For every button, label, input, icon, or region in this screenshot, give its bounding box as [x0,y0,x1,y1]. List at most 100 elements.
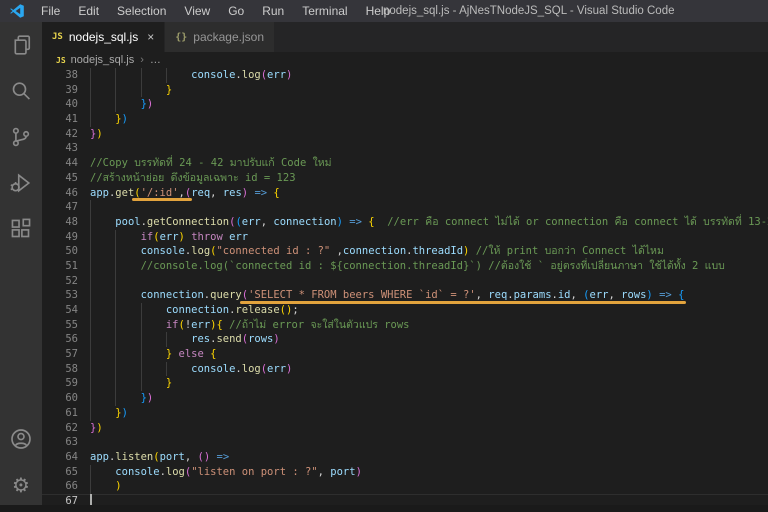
code-line-38[interactable]: 38 console.log(err) [42,68,768,83]
line-code: } [90,84,172,96]
code-line-65[interactable]: 65 console.log("listen on port : ?", por… [42,465,768,480]
menu-selection[interactable]: Selection [108,0,175,22]
tab-package.json[interactable]: {}package.json [164,22,274,52]
indent-guide [115,288,116,303]
line-number[interactable]: 51 [42,259,78,274]
line-number[interactable]: 53 [42,288,78,303]
menu-terminal[interactable]: Terminal [293,0,356,22]
line-number[interactable]: 55 [42,318,78,333]
code-line-45[interactable]: 45//สร้างหน้าย่อย ดึงข้อมูลเฉพาะ id = 12… [42,171,768,186]
indent-guide [115,347,116,362]
code-line-39[interactable]: 39 } [42,83,768,98]
line-number[interactable]: 44 [42,156,78,171]
code-line-48[interactable]: 48 pool.getConnection((err, connection) … [42,215,768,230]
menu-go[interactable]: Go [219,0,253,22]
line-number[interactable]: 56 [42,332,78,347]
code-editor[interactable]: 38 console.log(err)39 }40 })41 })42})434… [42,68,768,512]
line-number[interactable]: 62 [42,421,78,436]
tab-nodejs_sql.js[interactable]: JSnodejs_sql.js× [42,22,164,52]
code-line-51[interactable]: 51 //console.log(`connected id : ${conne… [42,259,768,274]
code-line-58[interactable]: 58 console.log(err) [42,362,768,377]
code-line-43[interactable]: 43 [42,141,768,156]
line-code: console.log(err) [90,363,292,375]
menu-file[interactable]: File [32,0,69,22]
line-number[interactable]: 46 [42,186,78,201]
code-line-64[interactable]: 64app.listen(port, () => [42,450,768,465]
code-line-40[interactable]: 40 }) [42,97,768,112]
line-number[interactable]: 61 [42,406,78,421]
line-number[interactable]: 60 [42,391,78,406]
code-line-63[interactable]: 63 [42,435,768,450]
menu-run[interactable]: Run [253,0,293,22]
code-line-49[interactable]: 49 if(err) throw err [42,230,768,245]
line-number[interactable]: 38 [42,68,78,83]
line-number[interactable]: 58 [42,362,78,377]
indent-guide [115,230,116,245]
indent-guide [115,303,116,318]
code-line-54[interactable]: 54 connection.release(); [42,303,768,318]
line-number[interactable]: 52 [42,274,78,289]
code-line-42[interactable]: 42}) [42,127,768,142]
indent-guide [141,303,142,318]
line-number[interactable]: 64 [42,450,78,465]
tab-bar: JSnodejs_sql.js×{}package.json [42,22,768,52]
line-number[interactable]: 43 [42,141,78,156]
search-icon[interactable] [0,68,42,114]
code-line-41[interactable]: 41 }) [42,112,768,127]
line-number[interactable]: 41 [42,112,78,127]
breadcrumb-file[interactable]: nodejs_sql.js [71,54,135,66]
tab-label: package.json [193,30,264,44]
line-number[interactable]: 54 [42,303,78,318]
explorer-icon[interactable] [0,22,42,68]
account-icon[interactable] [0,416,42,462]
breadcrumb-more[interactable]: … [150,54,161,66]
orange-underline-query [240,301,686,304]
indent-guide [166,332,167,347]
line-code: res.send(rows) [90,333,280,345]
source-control-icon[interactable] [0,114,42,160]
indent-guide [115,97,116,112]
code-line-66[interactable]: 66 ) [42,479,768,494]
line-code: }) [90,392,153,404]
breadcrumb[interactable]: JS nodejs_sql.js › … [42,52,768,68]
indent-guide [90,230,91,245]
menu-view[interactable]: View [175,0,219,22]
code-line-52[interactable]: 52 [42,274,768,289]
indent-guide [115,362,116,377]
line-code: }) [90,98,153,110]
code-line-47[interactable]: 47 [42,200,768,215]
code-line-57[interactable]: 57 } else { [42,347,768,362]
code-line-60[interactable]: 60 }) [42,391,768,406]
line-number[interactable]: 39 [42,83,78,98]
tab-close-icon[interactable]: × [147,31,154,43]
indent-guide [115,318,116,333]
code-line-62[interactable]: 62}) [42,421,768,436]
code-line-55[interactable]: 55 if(!err){ //ถ้าไม่ error จะใส่ในตัวแป… [42,318,768,333]
line-number[interactable]: 48 [42,215,78,230]
line-code: } [90,377,172,389]
line-number[interactable]: 63 [42,435,78,450]
line-number[interactable]: 42 [42,127,78,142]
line-number[interactable]: 59 [42,376,78,391]
line-number[interactable]: 45 [42,171,78,186]
indent-guide [166,362,167,377]
line-code: //console.log(`connected id : ${connecti… [90,260,725,272]
code-line-50[interactable]: 50 console.log("connected id : ?" ,conne… [42,244,768,259]
menu-edit[interactable]: Edit [69,0,108,22]
line-number[interactable]: 65 [42,465,78,480]
line-number[interactable]: 57 [42,347,78,362]
settings-gear-icon[interactable]: ⚙ [0,462,42,508]
line-number[interactable]: 50 [42,244,78,259]
line-number[interactable]: 49 [42,230,78,245]
line-number[interactable]: 40 [42,97,78,112]
indent-guide [115,391,116,406]
run-debug-icon[interactable] [0,160,42,206]
indent-guide [90,318,91,333]
extensions-icon[interactable] [0,206,42,252]
code-line-44[interactable]: 44//Copy บรรทัดที่ 24 - 42 มาปรับแก้ Cod… [42,156,768,171]
line-number[interactable]: 66 [42,479,78,494]
line-number[interactable]: 47 [42,200,78,215]
code-line-56[interactable]: 56 res.send(rows) [42,332,768,347]
code-line-59[interactable]: 59 } [42,376,768,391]
code-line-61[interactable]: 61 }) [42,406,768,421]
